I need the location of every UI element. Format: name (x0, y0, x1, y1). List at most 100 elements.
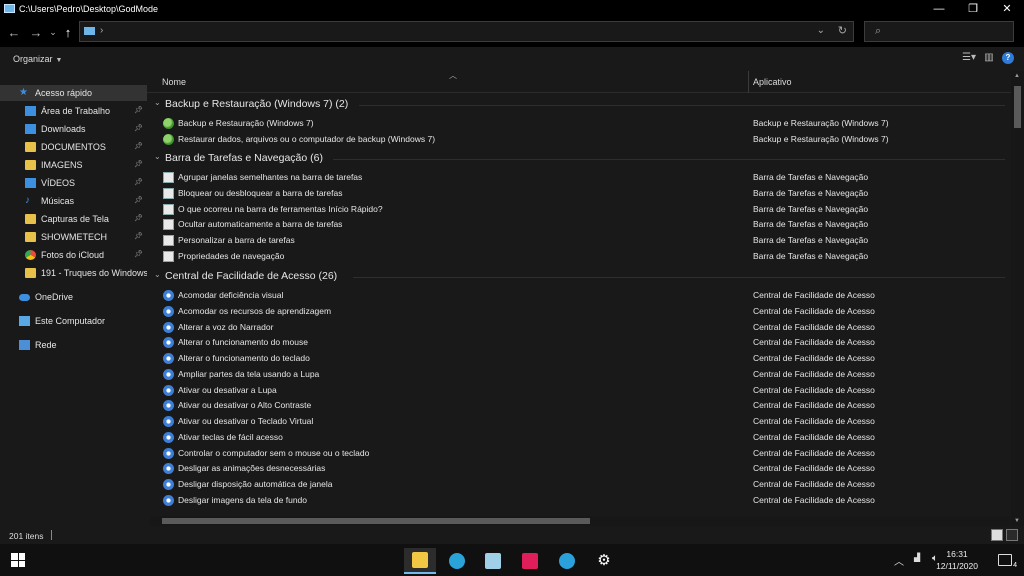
large-icons-view-button[interactable] (1006, 529, 1018, 541)
list-item[interactable]: Alterar a voz do Narrador Central de Faci… (147, 320, 1011, 336)
list-item[interactable]: Acomodar deficiência visual Central de Fa… (147, 288, 1011, 304)
pin-icon[interactable]: 📌︎ (134, 196, 143, 204)
chevron-down-icon[interactable]: ⌄ (154, 98, 161, 107)
list-item[interactable]: Personalizar a barra de tarefas Barra de … (147, 233, 1011, 249)
sidebar-item[interactable]: Fotos do iCloud 📌︎ (0, 247, 147, 263)
recent-locations-button[interactable]: ⌄ (45, 24, 61, 40)
pin-icon[interactable]: 📌︎ (134, 178, 143, 186)
scroll-down-icon[interactable]: ▼ (1014, 518, 1020, 524)
sidebar-item[interactable]: Downloads 📌︎ (0, 121, 147, 137)
clock[interactable]: 16:31 12/11/2020 (936, 548, 978, 572)
sidebar-item[interactable]: OneDrive (0, 289, 147, 305)
close-button[interactable]: ✕ (990, 0, 1024, 17)
maximize-button[interactable]: ❐ (956, 0, 990, 17)
sidebar-item[interactable]: ♪ Músicas 📌︎ (0, 193, 147, 209)
taskbar-app[interactable] (404, 548, 436, 574)
column-divider[interactable] (748, 71, 749, 93)
pin-icon[interactable]: 📌︎ (134, 232, 143, 240)
column-app-header[interactable]: Aplicativo (753, 77, 792, 87)
help-icon[interactable]: ? (1002, 52, 1014, 64)
list-item[interactable]: Ativar ou desativar o Alto Contraste Cent… (147, 398, 1011, 414)
list-item[interactable]: Backup e Restauração (Windows 7) Backup e… (147, 116, 1011, 132)
sidebar-item[interactable]: VÍDEOS 📌︎ (0, 175, 147, 191)
list-item[interactable]: Agrupar janelas semelhantes na barra de … (147, 170, 1011, 186)
pin-icon[interactable]: 📌︎ (134, 142, 143, 150)
pin-icon[interactable]: 📌︎ (134, 214, 143, 222)
sidebar-item[interactable]: Este Computador (0, 313, 147, 329)
list-item[interactable]: Ativar ou desativar o Teclado Virtual Cen… (147, 414, 1011, 430)
window-controls: — ❐ ✕ (922, 0, 1024, 17)
taskbar-app[interactable] (514, 548, 546, 574)
pin-icon[interactable]: 📌︎ (134, 124, 143, 132)
list-item[interactable]: Ampliar partes da tela usando a Lupa Cent… (147, 367, 1011, 383)
video-icon (25, 178, 36, 188)
list-item[interactable]: Alterar o funcionamento do teclado Centra… (147, 351, 1011, 367)
sidebar-item[interactable]: 191 - Truques do Windows (0, 265, 147, 281)
list-item[interactable]: Bloquear ou desbloquear a barra de taref… (147, 186, 1011, 202)
list-item[interactable]: Desligar disposição automática de janela… (147, 477, 1011, 493)
preview-pane-icon[interactable]: ▥ (982, 52, 996, 64)
item-app: Central de Facilidade de Acesso (753, 353, 875, 363)
telegram-icon (559, 553, 575, 569)
list-item[interactable]: Propriedades de navegação Barra de Tarefa… (147, 249, 1011, 265)
chevron-down-icon[interactable]: ⌄ (154, 270, 161, 279)
vertical-scrollbar[interactable]: ▲ ▼ (1011, 71, 1024, 526)
item-name: Ampliar partes da tela usando a Lupa (178, 368, 320, 379)
taskbar-app[interactable]: ⚙ (588, 548, 620, 574)
slack-icon (522, 553, 538, 569)
taskbar-app[interactable] (551, 548, 583, 574)
scroll-up-icon[interactable]: ▲ (1014, 73, 1020, 79)
list-item[interactable]: Controlar o computador sem o mouse ou o … (147, 446, 1011, 462)
pin-icon[interactable]: 📌︎ (134, 106, 143, 114)
refresh-button[interactable]: ↻ (838, 24, 847, 37)
group-header[interactable]: ⌄ Central de Facilidade de Acesso (26) (147, 269, 1011, 285)
list-item[interactable]: Desligar as animações desnecessárias Cent… (147, 461, 1011, 477)
pin-icon[interactable]: 📌︎ (134, 250, 143, 258)
chevron-up-icon[interactable]: ︿ (894, 553, 904, 568)
ease-of-access-icon (163, 463, 174, 475)
ease-of-access-icon (163, 384, 174, 396)
horizontal-scroll-thumb[interactable] (162, 518, 590, 524)
list-item[interactable]: Ativar teclas de fácil acesso Central de … (147, 430, 1011, 446)
taskbar-app[interactable] (477, 548, 509, 574)
sidebar-item-label: Este Computador (35, 316, 106, 326)
details-view-button[interactable] (991, 529, 1003, 541)
list-item[interactable]: O que ocorreu na barra de ferramentas In… (147, 202, 1011, 218)
taskbar-app[interactable] (441, 548, 473, 574)
list-item[interactable]: Acomodar os recursos de aprendizagem Cent… (147, 304, 1011, 320)
minimize-button[interactable]: — (922, 0, 956, 17)
forward-button[interactable]: → (28, 24, 44, 40)
notification-icon[interactable]: 4 (998, 554, 1017, 569)
group-header[interactable]: ⌄ Backup e Restauração (Windows 7) (2) (147, 97, 1011, 113)
sidebar-item[interactable]: Rede (0, 337, 147, 353)
address-dropdown-button[interactable]: ⌄ (817, 25, 825, 36)
clock-date: 12/11/2020 (936, 561, 978, 571)
change-view-icon[interactable]: ☰▾ (962, 52, 976, 64)
chevron-right-icon[interactable]: › (100, 25, 103, 36)
up-button[interactable]: ↑ (60, 24, 76, 40)
organize-button[interactable]: Organizar ▼ (13, 54, 62, 64)
chevron-down-icon[interactable]: ⌄ (154, 152, 161, 161)
sidebar-item[interactable]: SHOWMETECH 📌︎ (0, 229, 147, 245)
pin-icon[interactable]: 📌︎ (134, 160, 143, 168)
sidebar-item[interactable]: ★ Acesso rápido (0, 85, 147, 101)
address-bar[interactable]: › ⌄ ↻ (79, 21, 854, 42)
horizontal-scrollbar[interactable] (150, 516, 1010, 526)
sidebar-item[interactable]: Área de Trabalho 📌︎ (0, 103, 147, 119)
sidebar-item[interactable]: IMAGENS 📌︎ (0, 157, 147, 173)
vertical-scroll-thumb[interactable] (1014, 86, 1021, 128)
item-name: Agrupar janelas semelhantes na barra de … (178, 172, 363, 182)
list-item[interactable]: Restaurar dados, arquivos ou o computado… (147, 132, 1011, 148)
back-button[interactable]: ← (6, 24, 22, 40)
sidebar-item[interactable]: Capturas de Tela 📌︎ (0, 211, 147, 227)
column-name-header[interactable]: Nome (162, 77, 186, 87)
network-icon[interactable]: ▟ (914, 553, 920, 562)
group-header[interactable]: ⌄ Barra de Tarefas e Navegação (6) (147, 151, 1011, 167)
windows-start-icon[interactable] (11, 553, 25, 567)
list-item[interactable]: Desligar imagens da tela de fundo Central… (147, 493, 1011, 509)
search-input[interactable]: ⌕ (864, 21, 1014, 42)
list-item[interactable]: Ativar ou desativar a Lupa Central de Fac… (147, 383, 1011, 399)
list-item[interactable]: Alterar o funcionamento do mouse Central … (147, 335, 1011, 351)
sidebar-item[interactable]: DOCUMENTOS 📌︎ (0, 139, 147, 155)
list-item[interactable]: Ocultar automaticamente a barra de taref… (147, 217, 1011, 233)
